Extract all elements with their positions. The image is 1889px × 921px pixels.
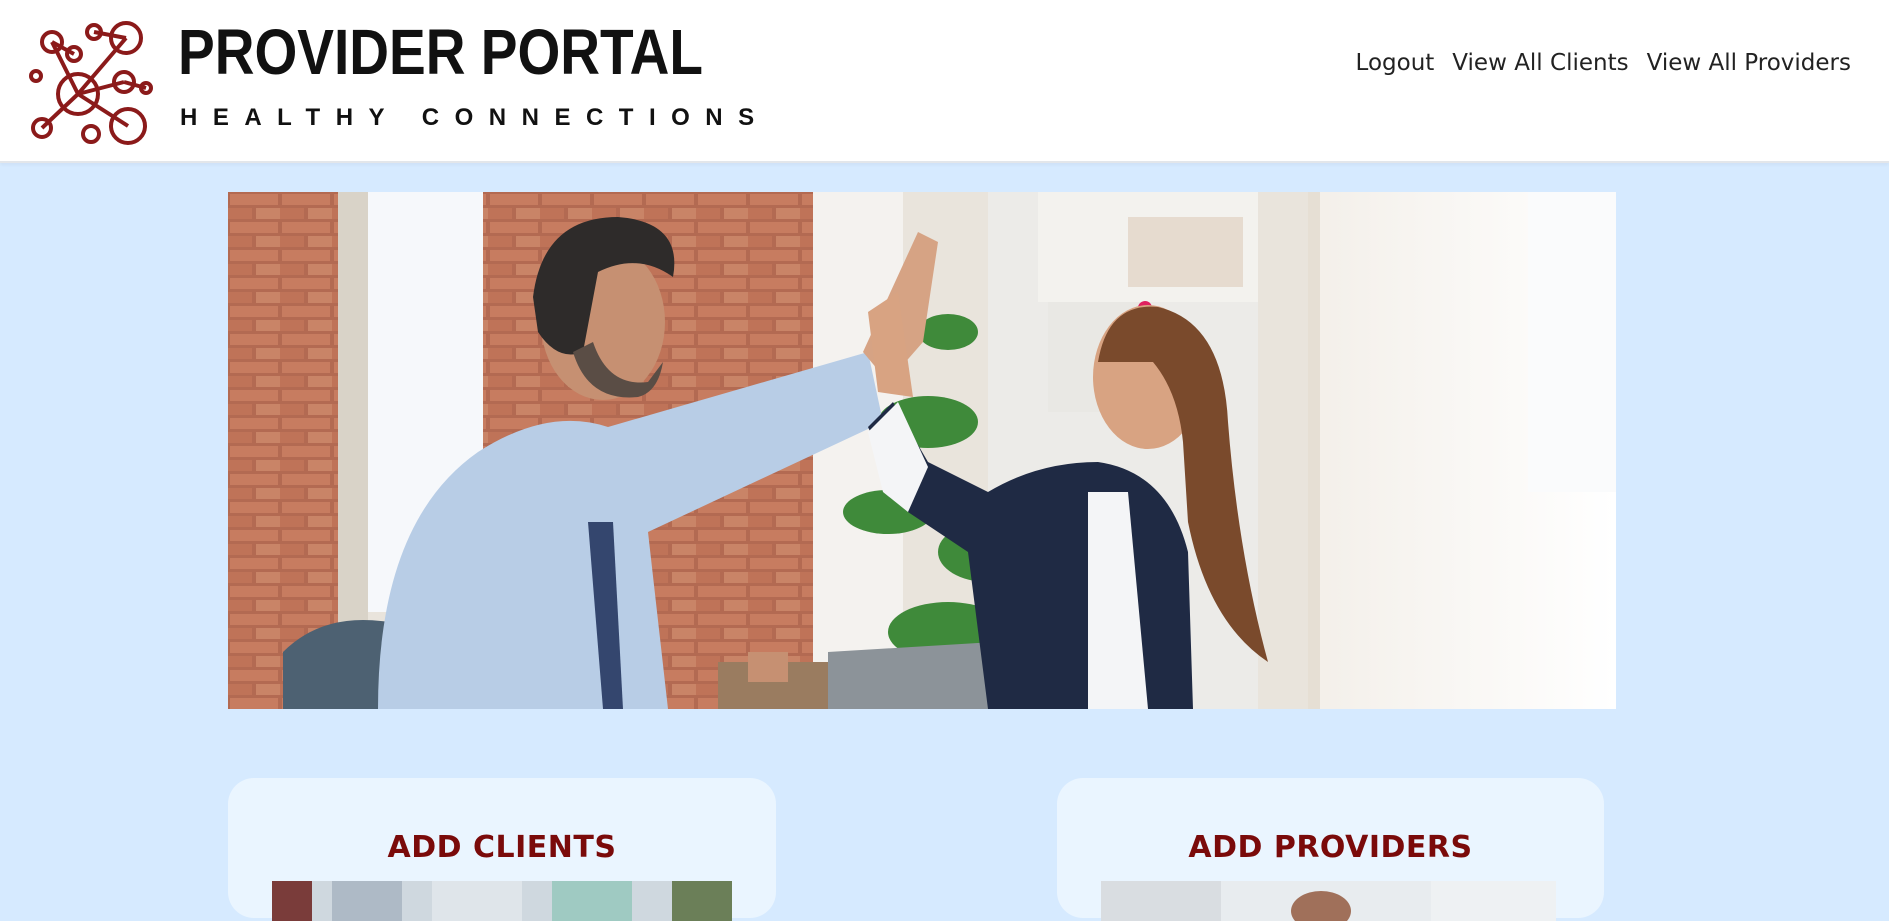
add-providers-title[interactable]: ADD PROVIDERS [1057,830,1604,865]
site-header: PROVIDER PORTAL HEALTHY CONNECTIONS Logo… [0,0,1889,163]
add-clients-card[interactable]: ADD CLIENTS [228,778,776,921]
add-providers-card[interactable]: ADD PROVIDERS [1057,778,1604,921]
brand-title: PROVIDER PORTAL [178,16,703,88]
brand-subtitle: HEALTHY CONNECTIONS [180,104,770,131]
add-providers-image [1101,881,1556,921]
hero-image [228,192,1616,709]
main-nav: Logout View All Clients View All Provide… [1356,50,1851,76]
hero-photo [228,192,1616,709]
view-all-clients-link[interactable]: View All Clients [1452,50,1628,76]
logout-link[interactable]: Logout [1356,50,1435,76]
network-logo-icon[interactable] [26,18,156,146]
add-clients-image [272,881,732,921]
add-clients-title[interactable]: ADD CLIENTS [228,830,776,865]
view-all-providers-link[interactable]: View All Providers [1647,50,1851,76]
